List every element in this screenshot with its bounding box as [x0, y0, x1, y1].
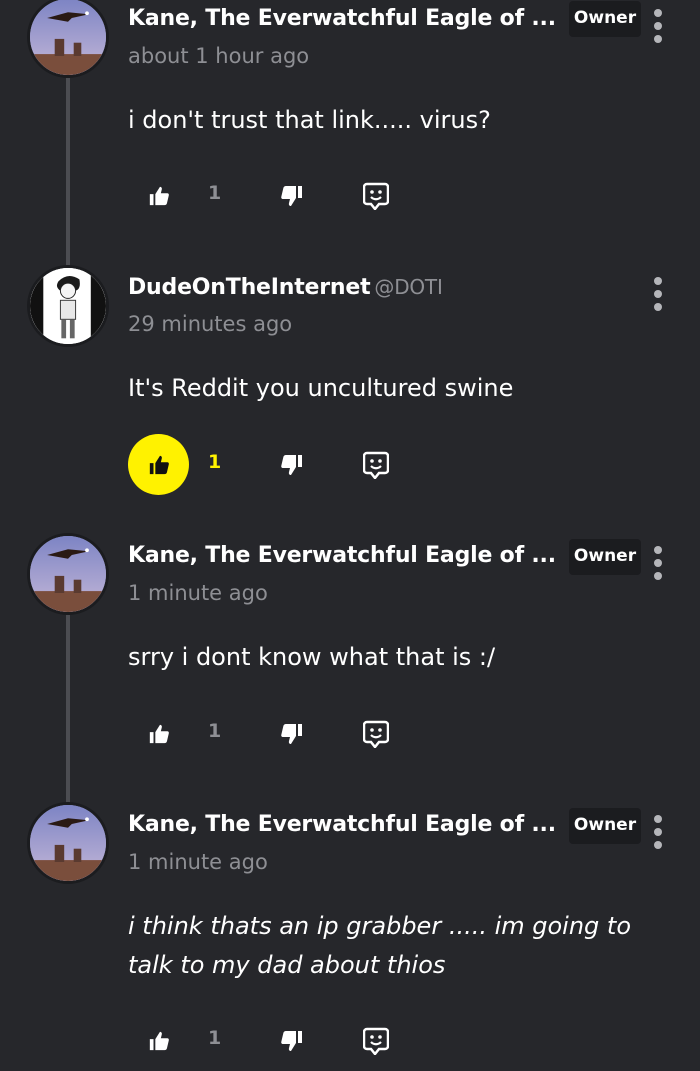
owner-badge: Owner [569, 1, 641, 37]
owner-badge: Owner [569, 539, 641, 575]
comment-timestamp: 1 minute ago [128, 850, 268, 874]
reply-icon[interactable] [363, 720, 389, 748]
like-count: 1 [208, 182, 222, 204]
eagle-desert-avatar-icon [30, 0, 106, 75]
avatar[interactable] [27, 265, 109, 347]
like-count: 1 [208, 1027, 222, 1049]
author-name[interactable]: DudeOnTheInternet @DOTI [128, 275, 443, 300]
comment-actions: 1 [128, 434, 428, 495]
comment-actions: 1 [128, 1010, 428, 1070]
thumbs-down-icon[interactable] [280, 453, 304, 477]
author-name[interactable]: Kane, The Everwatchful Eagle of ... [128, 6, 556, 31]
avatar[interactable] [27, 0, 109, 78]
thumbs-up-icon [149, 724, 169, 743]
like-button[interactable] [128, 165, 189, 226]
avatar[interactable] [27, 802, 109, 884]
drawn-character-avatar-icon [30, 268, 106, 344]
author-name[interactable]: Kane, The Everwatchful Eagle of ... [128, 543, 556, 568]
eagle-desert-avatar-icon [30, 805, 106, 881]
like-count: 1 [208, 451, 222, 473]
author-handle: @DOTI [374, 275, 443, 299]
thumbs-up-icon [149, 1031, 169, 1050]
reply-icon[interactable] [363, 182, 389, 210]
more-options-icon[interactable] [648, 9, 668, 43]
comment-timestamp: 29 minutes ago [128, 312, 293, 336]
more-options-icon[interactable] [648, 546, 668, 580]
thread-line [66, 615, 70, 805]
like-button[interactable] [128, 434, 189, 495]
eagle-desert-avatar-icon [30, 536, 106, 612]
like-button[interactable] [128, 1010, 189, 1071]
reply-icon[interactable] [363, 451, 389, 479]
comment-timestamp: about 1 hour ago [128, 44, 310, 68]
thumbs-down-icon[interactable] [280, 184, 304, 208]
comment-actions: 1 [128, 703, 428, 763]
thumbs-down-icon[interactable] [280, 722, 304, 746]
thumbs-up-icon [149, 455, 169, 474]
like-button[interactable] [128, 703, 189, 764]
like-count: 1 [208, 720, 222, 742]
owner-badge: Owner [569, 808, 641, 844]
comment-timestamp: 1 minute ago [128, 581, 268, 605]
thread-line [66, 78, 70, 268]
comment-body: i think thats an ip grabber ..... im goi… [128, 912, 632, 979]
thumbs-up-icon [149, 186, 169, 205]
more-options-icon[interactable] [648, 815, 668, 849]
comment-body: It's Reddit you uncultured swine [128, 374, 514, 402]
author-name[interactable]: Kane, The Everwatchful Eagle of ... [128, 812, 556, 837]
comment-body: srry i dont know what that is :/ [128, 643, 496, 671]
reply-icon[interactable] [363, 1027, 389, 1055]
avatar[interactable] [27, 533, 109, 615]
thumbs-down-icon[interactable] [280, 1029, 304, 1053]
comment-body: i don't trust that link..... virus? [128, 106, 491, 134]
more-options-icon[interactable] [648, 277, 668, 311]
comment-actions: 1 [128, 165, 428, 225]
